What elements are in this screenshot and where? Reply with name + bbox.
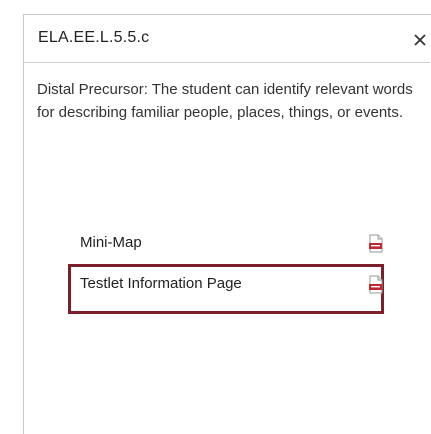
- close-icon[interactable]: [412, 32, 428, 48]
- dialog-header: ELA.EE.L.5.5.c: [24, 15, 430, 63]
- mini-map-link[interactable]: Mini-Map: [80, 234, 142, 251]
- pdf-icon[interactable]: [368, 275, 383, 294]
- dialog-title: ELA.EE.L.5.5.c: [38, 29, 150, 46]
- dialog-description: Distal Precursor: The student can identi…: [37, 81, 413, 121]
- testlet-information-link[interactable]: Testlet Information Page: [80, 275, 242, 292]
- pdf-icon[interactable]: [368, 234, 383, 253]
- info-dialog: ELA.EE.L.5.5.c Distal Precursor: The stu…: [23, 14, 431, 434]
- screen: ELA.EE.L.5.5.c Distal Precursor: The stu…: [0, 0, 431, 434]
